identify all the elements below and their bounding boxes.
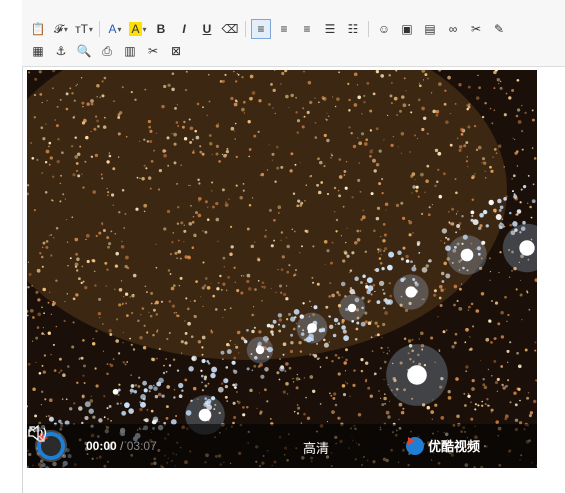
chevron-down-icon: ▾ — [142, 24, 147, 34]
underline-button[interactable]: U — [197, 19, 217, 39]
chevron-down-icon: ▾ — [63, 24, 68, 34]
align-center-button[interactable]: ≡ — [274, 19, 294, 39]
brand-label: 优酷视频 — [428, 439, 481, 454]
ordered-list-icon: ☰ — [324, 22, 336, 36]
editor-toolbar: 📋 𝓕 ▾ тT ▾ A ▾ A ▾ B I U ⌫ ≡ ≡ ≡ ☰ ☷ ☺ ▣ ▤ ∞ ✂ ✎ ▦ ⚓ 🔍 ⎙ ▥ ✂ ⊠ — [22, 0, 565, 67]
emoticon-icon: ☺ — [377, 22, 391, 36]
eraser-icon: ⌫ — [221, 22, 239, 36]
align-left-icon: ≡ — [257, 22, 265, 36]
italic-button[interactable]: I — [174, 19, 194, 39]
paste-button[interactable]: 📋 — [28, 19, 48, 39]
bold-icon: B — [156, 22, 166, 36]
video-frame-starfield — [27, 70, 537, 468]
time-separator: / — [120, 439, 124, 453]
emoticon-button[interactable]: ☺ — [374, 19, 394, 39]
cut-button[interactable]: ✂ — [143, 41, 163, 61]
youku-logo-icon — [406, 436, 424, 455]
playback-time: 00:00 / 03:07 — [86, 439, 157, 453]
ordered-list-button[interactable]: ☰ — [320, 19, 340, 39]
insert-image-button[interactable]: ▣ — [397, 19, 417, 39]
link-button[interactable]: ∞ — [443, 19, 463, 39]
format-brush-icon: ✎ — [493, 22, 505, 36]
preview-icon: 🔍 — [76, 44, 92, 58]
unlink-button[interactable]: ✂ — [466, 19, 486, 39]
table-icon: ▦ — [32, 44, 44, 58]
toolbar-row-2: ▦ ⚓ 🔍 ⎙ ▥ ✂ ⊠ — [28, 40, 189, 62]
font-color-button[interactable]: A ▾ — [105, 19, 125, 39]
table-button[interactable]: ▦ — [28, 41, 48, 61]
video-control-bar: 00:00 / 03:07 高清 优酷视频 — [27, 424, 537, 468]
align-center-icon: ≡ — [280, 22, 288, 36]
youku-brand[interactable]: 优酷视频 — [406, 436, 480, 455]
preview-button[interactable]: 🔍 — [74, 41, 94, 61]
toolbar-separator — [245, 21, 246, 37]
total-time: 03:07 — [126, 439, 157, 453]
insert-image-icon: ▣ — [401, 22, 413, 36]
font-color-icon: A — [108, 22, 117, 36]
eraser-button[interactable]: ⌫ — [220, 19, 240, 39]
toolbar-row-1: 📋 𝓕 ▾ тT ▾ A ▾ A ▾ B I U ⌫ ≡ ≡ ≡ ☰ ☷ ☺ ▣ ▤ ∞ ✂ ✎ — [28, 18, 512, 40]
paste-icon: 📋 — [30, 22, 46, 36]
insert-gallery-button[interactable]: ▤ — [420, 19, 440, 39]
chevron-down-icon: ▾ — [117, 24, 122, 34]
highlight-color-icon: A — [129, 22, 142, 36]
bold-button[interactable]: B — [151, 19, 171, 39]
page-break-icon: ⊠ — [170, 44, 182, 58]
font-size-button[interactable]: тT ▾ — [74, 19, 94, 39]
align-right-icon: ≡ — [303, 22, 311, 36]
unordered-list-button[interactable]: ☷ — [343, 19, 363, 39]
font-family-button[interactable]: 𝓕 ▾ — [51, 19, 71, 39]
template-button[interactable]: ▥ — [120, 41, 140, 61]
font-family-icon: 𝓕 — [54, 21, 63, 36]
italic-icon: I — [182, 22, 186, 36]
anchor-button[interactable]: ⚓ — [51, 41, 71, 61]
chevron-down-icon: ▾ — [88, 24, 93, 34]
align-left-button[interactable]: ≡ — [251, 19, 271, 39]
cut-icon: ✂ — [147, 44, 159, 58]
template-icon: ▥ — [124, 44, 136, 58]
insert-gallery-icon: ▤ — [424, 22, 436, 36]
link-icon: ∞ — [448, 22, 458, 36]
align-right-button[interactable]: ≡ — [297, 19, 317, 39]
quality-toggle[interactable]: 高清 — [303, 438, 329, 457]
embedded-video[interactable]: 00:00 / 03:07 高清 优酷视频 — [27, 70, 537, 468]
format-brush-button[interactable]: ✎ — [489, 19, 509, 39]
fullscreen-icon[interactable] — [27, 424, 47, 444]
toolbar-separator — [368, 21, 369, 37]
page-break-button[interactable]: ⊠ — [166, 41, 186, 61]
highlight-color-button[interactable]: A ▾ — [128, 19, 148, 39]
toolbar-separator — [99, 21, 100, 37]
font-size-icon: тT — [75, 22, 88, 36]
print-icon: ⎙ — [102, 43, 112, 58]
anchor-icon: ⚓ — [55, 44, 67, 58]
underline-icon: U — [202, 22, 212, 36]
print-button[interactable]: ⎙ — [97, 41, 117, 61]
current-time: 00:00 — [86, 439, 117, 453]
unordered-list-icon: ☷ — [347, 22, 359, 36]
unlink-icon: ✂ — [470, 22, 482, 36]
